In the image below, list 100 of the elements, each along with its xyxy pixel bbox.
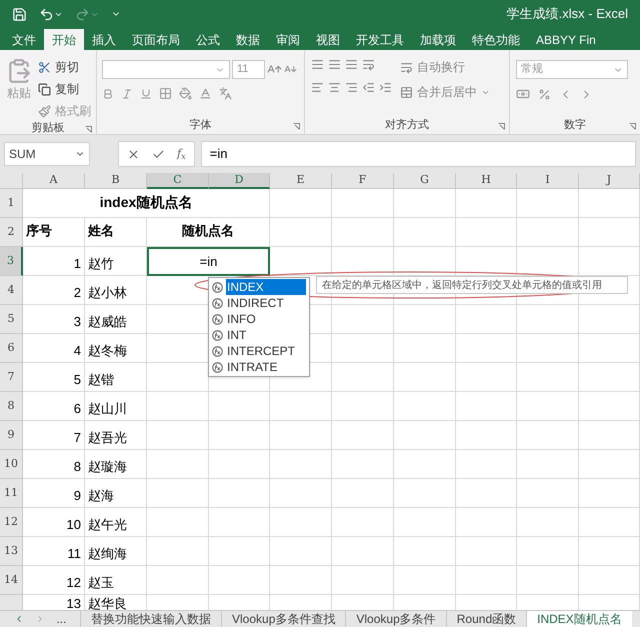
column-label: 序号 <box>23 218 85 247</box>
redo-icon[interactable] <box>75 6 90 22</box>
undo-icon[interactable] <box>39 6 54 22</box>
function-icon <box>212 330 223 340</box>
row-header[interactable]: 12 <box>0 508 23 537</box>
align-left-icon[interactable] <box>311 81 324 94</box>
table-cell <box>332 537 394 566</box>
row-header[interactable]: 3 <box>0 247 23 276</box>
ribbon-tab[interactable]: 数据 <box>228 29 268 50</box>
align-right-icon[interactable] <box>345 81 358 94</box>
align-middle-icon[interactable] <box>328 58 341 71</box>
column-header[interactable]: C <box>147 173 209 189</box>
name-box[interactable]: SUM <box>4 142 90 166</box>
table-cell <box>517 363 579 392</box>
table-cell: 赵冬梅 <box>85 334 147 363</box>
ribbon-tab[interactable]: 页面布局 <box>124 29 188 50</box>
sheet-tab[interactable]: 替换功能快速输入数据 <box>80 611 221 627</box>
function-tooltip: 在给定的单元格区域中，返回特定行列交叉处单元格的值或引用 <box>316 276 628 294</box>
fill-color-icon[interactable] <box>179 87 192 100</box>
ribbon-tab[interactable]: 插入 <box>84 29 124 50</box>
enter-icon[interactable] <box>152 148 165 160</box>
row-header[interactable]: 2 <box>0 218 23 247</box>
row-header[interactable]: 9 <box>0 421 23 450</box>
dialog-launcher-icon[interactable] <box>498 123 505 130</box>
column-header[interactable]: I <box>517 173 579 189</box>
underline-icon[interactable] <box>140 88 152 100</box>
autocomplete-item[interactable]: INDIRECT <box>209 295 309 311</box>
row-header[interactable]: 1 <box>0 189 23 218</box>
ribbon-tab[interactable]: 文件 <box>4 29 44 50</box>
table-cell <box>517 479 579 508</box>
cut-button[interactable]: 剪切 <box>38 58 91 76</box>
ribbon-tab[interactable]: 视图 <box>308 29 348 50</box>
table-cell <box>579 363 640 392</box>
font-color-icon[interactable] <box>199 87 212 100</box>
ribbon-tab[interactable]: 审阅 <box>268 29 308 50</box>
save-icon[interactable] <box>12 6 27 22</box>
row-header[interactable]: 11 <box>0 479 23 508</box>
dialog-launcher-icon[interactable] <box>629 123 636 130</box>
column-header[interactable]: H <box>456 173 517 189</box>
ribbon-tab[interactable]: 公式 <box>188 29 228 50</box>
copy-button[interactable]: 复制 <box>38 80 91 98</box>
ribbon-tab[interactable]: 开始 <box>44 29 84 50</box>
table-cell <box>456 479 517 508</box>
row-header[interactable]: 10 <box>0 450 23 479</box>
column-header[interactable]: D <box>209 173 270 189</box>
sheet-tab[interactable]: Vlookup多条件查找 <box>221 611 346 627</box>
orientation-icon[interactable] <box>362 58 375 71</box>
table-cell <box>270 508 332 537</box>
active-cell[interactable]: =in <box>147 247 270 276</box>
decrease-indent-icon[interactable] <box>362 81 375 94</box>
autocomplete-item[interactable]: INTRATE <box>209 359 309 375</box>
dialog-launcher-icon[interactable] <box>85 126 92 132</box>
sheet-tab[interactable]: INDEX随机点名 <box>526 611 632 627</box>
table-cell: 赵锴 <box>85 363 147 392</box>
increase-indent-icon[interactable] <box>379 81 392 94</box>
table-cell: 5 <box>23 363 85 392</box>
currency-icon[interactable] <box>516 87 530 101</box>
align-bottom-icon[interactable] <box>345 58 358 71</box>
row-header[interactable]: 4 <box>0 276 23 305</box>
dialog-launcher-icon[interactable] <box>293 123 300 130</box>
formula-field[interactable]: =in <box>200 141 636 167</box>
column-label: 随机点名 <box>147 218 270 247</box>
function-icon <box>212 298 223 308</box>
ribbon-tab[interactable]: 特色功能 <box>464 29 528 50</box>
column-header[interactable]: E <box>270 173 332 189</box>
borders-icon[interactable] <box>159 87 172 100</box>
phonetic-icon[interactable] <box>219 87 232 100</box>
table-cell <box>394 305 456 334</box>
italic-icon[interactable] <box>121 88 133 100</box>
font-name-field[interactable] <box>102 60 230 79</box>
align-top-icon[interactable] <box>311 58 324 71</box>
cancel-icon[interactable] <box>127 148 140 160</box>
window-title: 学生成绩.xlsx - Excel <box>506 5 628 24</box>
more-sheets-button[interactable]: ... <box>56 611 66 627</box>
percent-icon[interactable] <box>538 88 551 100</box>
row-header[interactable]: 7 <box>0 363 23 392</box>
table-cell <box>332 566 394 595</box>
row-header[interactable]: 5 <box>0 305 23 334</box>
autocomplete-item[interactable]: INFO <box>209 311 309 327</box>
table-cell <box>579 305 640 334</box>
ribbon-tab[interactable]: 开发工具 <box>348 29 412 50</box>
sheet-tab[interactable]: Vlookup多条件 <box>345 611 446 627</box>
row-header[interactable]: 8 <box>0 392 23 421</box>
table-cell <box>147 479 209 508</box>
column-header[interactable]: A <box>23 173 85 189</box>
column-header[interactable]: G <box>394 173 456 189</box>
row-header[interactable]: 6 <box>0 334 23 363</box>
bold-icon[interactable] <box>102 88 114 100</box>
autocomplete-item[interactable]: INT <box>209 327 309 343</box>
table-cell <box>517 334 579 363</box>
autocomplete-item[interactable]: INTERCEPT <box>209 343 309 359</box>
insert-function-button[interactable]: f$_{x}$ <box>177 146 186 162</box>
align-center-icon[interactable] <box>328 81 341 94</box>
ribbon-tab[interactable]: 加载项 <box>412 29 464 50</box>
column-header[interactable]: F <box>332 173 394 189</box>
table-cell <box>456 218 517 247</box>
row-header[interactable]: 14 <box>0 566 23 595</box>
ribbon-tab[interactable]: ABBYY Fin <box>528 29 604 50</box>
row-header[interactable]: 13 <box>0 537 23 566</box>
column-header[interactable]: J <box>579 173 640 189</box>
